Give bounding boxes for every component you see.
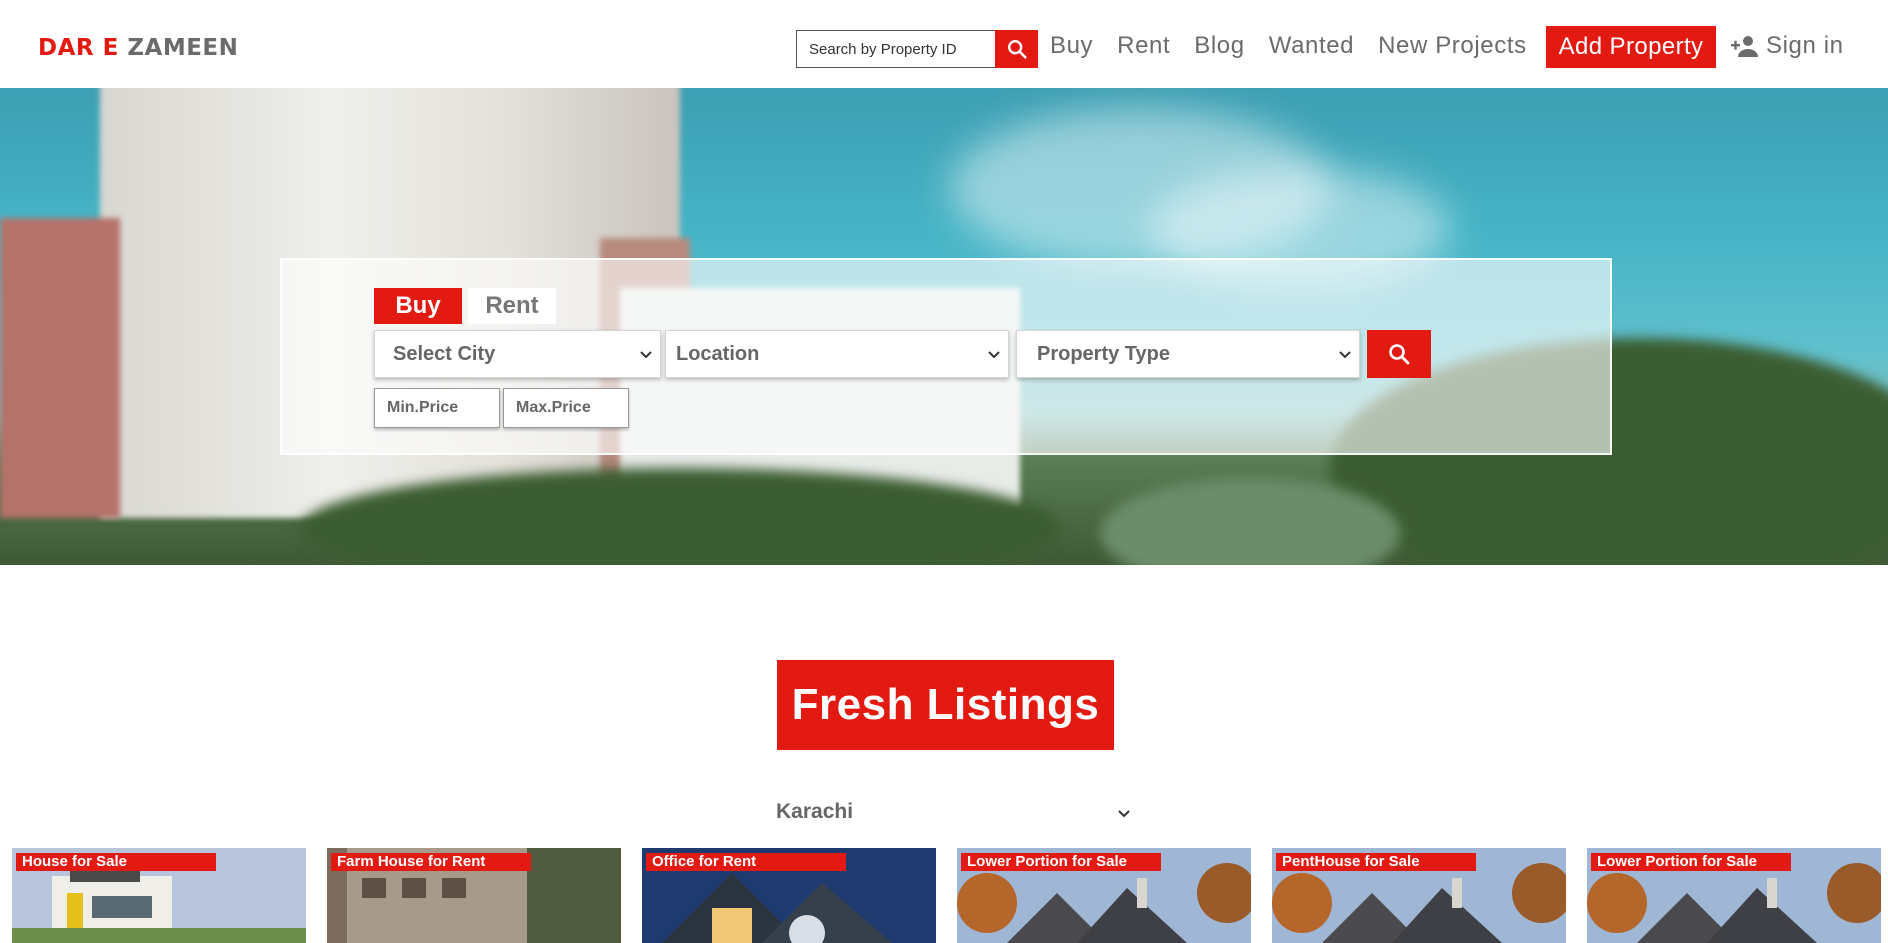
location-select[interactable]: Location [665, 330, 1009, 378]
nav-blog[interactable]: Blog [1194, 32, 1244, 60]
city-select[interactable]: Select City [374, 330, 661, 378]
property-type-select[interactable]: Property Type [1016, 330, 1360, 378]
property-search-button[interactable] [1367, 330, 1431, 378]
city-select-value: Select City [393, 342, 496, 365]
site-logo[interactable]: DAR E ZAMEEN [38, 35, 238, 61]
nav-rent[interactable]: Rent [1117, 32, 1170, 60]
sign-in-label: Sign in [1766, 32, 1844, 59]
tab-rent[interactable]: Rent [468, 288, 556, 324]
listing-cards: House for Sale Farm House for Rent Offic… [12, 848, 1881, 943]
listing-type-badge: PentHouse for Sale [1276, 853, 1476, 871]
listing-type-badge: Lower Portion for Sale [1591, 853, 1791, 871]
listings-city-value: Karachi [776, 800, 854, 823]
chevron-down-icon [988, 351, 1000, 359]
chevron-down-icon [640, 351, 652, 359]
listing-type-badge: Office for Rent [646, 853, 846, 871]
listing-type-badge: House for Sale [16, 853, 216, 871]
max-price-input[interactable] [503, 388, 629, 428]
listings-city-select[interactable]: Karachi [776, 797, 1136, 827]
min-price-input[interactable] [374, 388, 500, 428]
site-header: DAR E ZAMEEN Buy Rent Blog Wanted New Pr… [0, 0, 1888, 88]
property-id-search-input[interactable] [796, 30, 996, 68]
property-search-panel: Buy Rent Select City Location Property T… [280, 258, 1612, 455]
listing-card[interactable]: PentHouse for Sale [1272, 848, 1566, 943]
listing-card[interactable]: House for Sale [12, 848, 306, 943]
listing-type-badge: Lower Portion for Sale [961, 853, 1161, 871]
property-type-select-value: Property Type [1037, 342, 1170, 365]
main-nav: Buy Rent Blog Wanted New Projects [1050, 32, 1551, 60]
chevron-down-icon [1339, 351, 1351, 359]
hero-banner: Buy Rent Select City Location Property T… [0, 88, 1888, 565]
nav-new-projects[interactable]: New Projects [1378, 32, 1527, 60]
location-select-value: Location [676, 342, 760, 365]
listing-card[interactable]: Farm House for Rent [327, 848, 621, 943]
listing-card[interactable]: Lower Portion for Sale [957, 848, 1251, 943]
nav-wanted[interactable]: Wanted [1269, 32, 1354, 60]
add-property-button[interactable]: Add Property [1546, 26, 1716, 68]
listing-card[interactable]: Lower Portion for Sale [1587, 848, 1881, 943]
logo-part-1: DAR E [38, 35, 119, 61]
nav-buy[interactable]: Buy [1050, 32, 1093, 60]
logo-part-2: ZAMEEN [127, 35, 239, 61]
chevron-down-icon [1118, 810, 1130, 818]
listing-card[interactable]: Office for Rent [642, 848, 936, 943]
tab-buy[interactable]: Buy [374, 288, 462, 324]
fresh-listings-heading: Fresh Listings [777, 660, 1114, 750]
search-icon [1389, 344, 1410, 365]
property-id-search-button[interactable] [995, 30, 1038, 68]
sign-in-link[interactable]: Sign in [1730, 32, 1844, 60]
building-shape [0, 218, 120, 518]
search-icon [1007, 40, 1027, 59]
listing-type-badge: Farm House for Rent [331, 853, 531, 871]
add-user-icon [1731, 36, 1758, 57]
